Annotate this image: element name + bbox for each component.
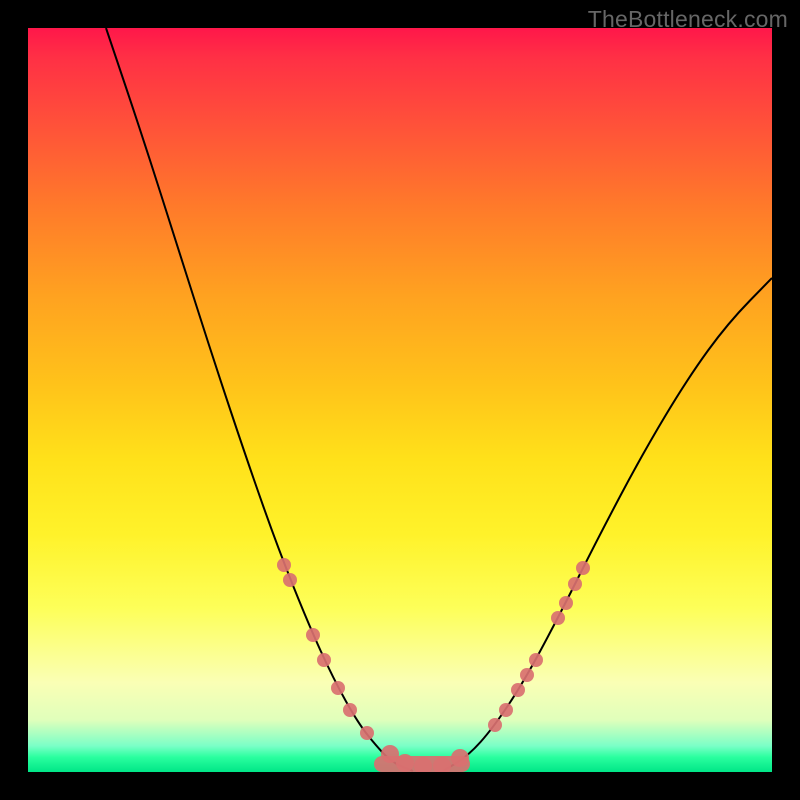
- data-dot: [343, 703, 357, 717]
- chart-frame: TheBottleneck.com: [0, 0, 800, 800]
- data-dot: [381, 745, 399, 763]
- data-dot: [576, 561, 590, 575]
- data-dot: [317, 653, 331, 667]
- data-dot: [277, 558, 291, 572]
- data-dot: [551, 611, 565, 625]
- data-dot: [499, 703, 513, 717]
- chart-svg: [28, 28, 772, 772]
- data-dot: [559, 596, 573, 610]
- data-dot: [331, 681, 345, 695]
- data-dot: [283, 573, 297, 587]
- data-dot: [568, 577, 582, 591]
- watermark-text: TheBottleneck.com: [588, 6, 788, 33]
- left-curve: [106, 28, 413, 771]
- data-dot: [511, 683, 525, 697]
- data-dot: [396, 754, 414, 772]
- data-dot: [529, 653, 543, 667]
- data-dot: [520, 668, 534, 682]
- data-dot: [360, 726, 374, 740]
- data-dot: [451, 749, 469, 767]
- right-curve: [443, 278, 772, 771]
- data-dot: [306, 628, 320, 642]
- data-dot: [488, 718, 502, 732]
- data-dots: [277, 558, 590, 772]
